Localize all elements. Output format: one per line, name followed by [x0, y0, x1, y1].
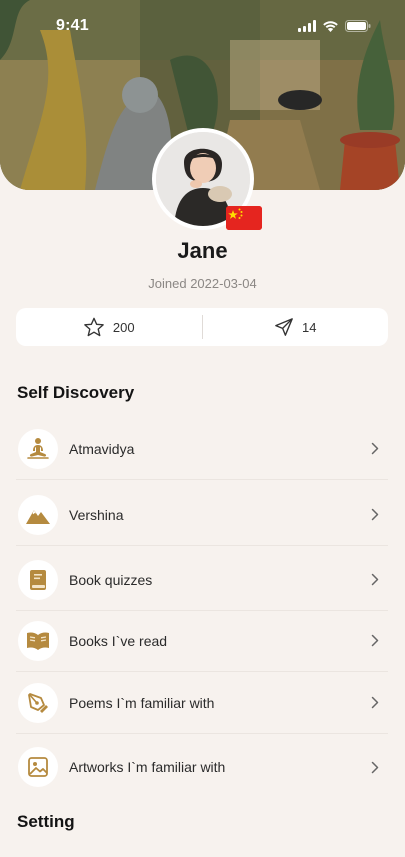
- menu-item-artworks[interactable]: Artworks I`m familiar with: [16, 736, 388, 798]
- chevron-right-icon: [368, 573, 382, 586]
- chevron-right-icon: [368, 761, 382, 774]
- country-flag-icon: [226, 206, 262, 230]
- send-icon: [275, 318, 293, 336]
- chevron-right-icon: [368, 634, 382, 647]
- menu-item-books-read[interactable]: Books I`ve read: [16, 610, 388, 672]
- profile-name: Jane: [177, 238, 228, 263]
- status-time: 9:41: [56, 17, 89, 34]
- menu-item-label: Vershina: [69, 506, 124, 523]
- stats-card: 200 14: [16, 308, 388, 346]
- chevron-right-icon: [368, 442, 382, 455]
- menu-item-label: Book quizzes: [69, 571, 153, 588]
- status-icons: [298, 20, 371, 32]
- mountain-icon: [18, 494, 58, 535]
- shares-stat[interactable]: 14: [203, 317, 389, 337]
- favorites-count: 200: [112, 319, 135, 335]
- star-icon: [84, 317, 104, 336]
- chevron-right-icon: [368, 696, 382, 709]
- chevron-right-icon: [368, 508, 382, 521]
- setting-title: Setting: [17, 812, 75, 831]
- joined-date: Joined 2022-03-04: [148, 276, 257, 291]
- wifi-icon: [323, 21, 338, 32]
- status-bar: 9:41: [0, 0, 405, 52]
- menu-item-label: Artworks I`m familiar with: [69, 759, 226, 775]
- book-icon: [18, 559, 58, 600]
- menu-item-label: Atmavidya: [69, 440, 135, 457]
- menu-item-atmavidya[interactable]: Atmavidya: [16, 418, 388, 480]
- cellular-signal-icon: [298, 20, 316, 32]
- meditation-icon: [18, 428, 58, 469]
- menu-item-vershina[interactable]: Vershina: [16, 484, 388, 546]
- menu-item-label: Poems I`m familiar with: [69, 694, 215, 711]
- battery-icon: [345, 20, 371, 32]
- pen-nib-icon: [18, 682, 58, 723]
- menu-item-book-quizzes[interactable]: Book quizzes: [16, 549, 388, 611]
- shares-count: 14: [302, 319, 317, 335]
- image-icon: [18, 747, 58, 787]
- self-discovery-title: Self Discovery: [17, 383, 135, 402]
- menu-item-label: Books I`ve read: [69, 632, 168, 649]
- menu-item-poems[interactable]: Poems I`m familiar with: [16, 672, 388, 734]
- favorites-stat[interactable]: 200: [16, 317, 202, 338]
- open-book-icon: [18, 620, 58, 661]
